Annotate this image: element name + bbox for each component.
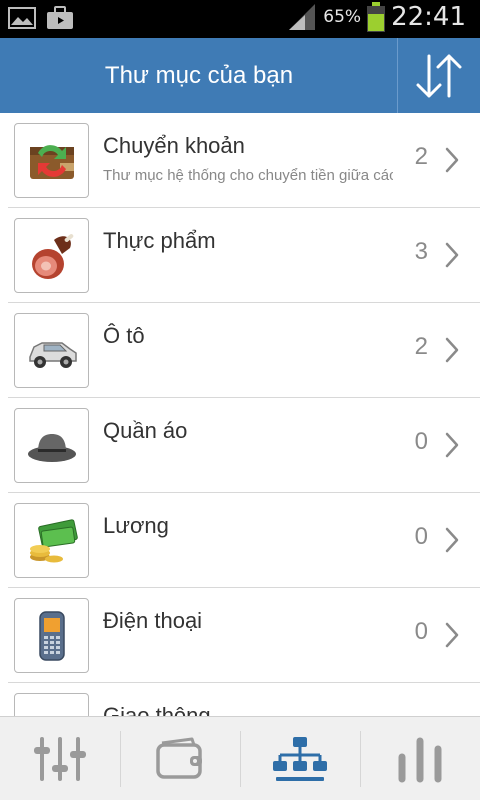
chevron-right-icon [445, 622, 459, 648]
list-item[interactable]: Chuyển khoản Thư mục hệ thống cho chuyển… [0, 113, 480, 208]
nav-folders[interactable] [240, 717, 360, 801]
item-count: 3 [414, 238, 428, 265]
phone-icon [38, 610, 65, 661]
clock: 22:41 [391, 2, 466, 32]
signal-icon [289, 4, 316, 30]
list-item[interactable]: Thực phẩm 3 [0, 208, 480, 303]
wallet-icon [156, 737, 202, 779]
folder-list[interactable]: Chuyển khoản Thư mục hệ thống cho chuyển… [0, 113, 480, 716]
folder-name: Điện thoại [103, 608, 203, 633]
item-count: 0 [414, 428, 428, 455]
folder-thumbnail [14, 693, 89, 716]
sliders-icon [34, 737, 86, 781]
chevron-right-icon [445, 242, 459, 268]
folder-thumbnail [14, 123, 89, 198]
money-icon [29, 518, 78, 562]
coins-icon [24, 703, 80, 717]
chevron-right-icon [445, 147, 459, 173]
folder-thumbnail [14, 598, 89, 673]
folder-name: Chuyển khoản [103, 133, 245, 158]
folder-thumbnail [14, 313, 89, 388]
list-item[interactable]: Giao thông [0, 683, 480, 716]
folder-name: Giao thông [103, 703, 211, 716]
nav-reports[interactable] [360, 717, 480, 801]
sort-icon [416, 54, 462, 97]
notification-icons [8, 6, 74, 30]
item-count: 0 [414, 618, 428, 645]
list-item[interactable]: Lương 0 [0, 493, 480, 588]
folder-thumbnail [14, 503, 89, 578]
chevron-right-icon [445, 337, 459, 363]
item-count: 2 [414, 143, 428, 170]
nav-settings[interactable] [0, 717, 120, 801]
hierarchy-icon [273, 737, 327, 781]
folder-name: Thực phẩm [103, 228, 216, 253]
list-item[interactable]: Quần áo 0 [0, 398, 480, 493]
bottom-nav [0, 716, 480, 800]
transfer-icon [29, 144, 74, 179]
folder-name: Lương [103, 513, 169, 538]
list-item[interactable]: Điện thoại 0 [0, 588, 480, 683]
folder-thumbnail [14, 218, 89, 293]
folder-description: Thư mục hệ thống cho chuyển tiền giữa cá… [103, 167, 393, 184]
page-title: Thư mục của bạn [104, 62, 294, 89]
folder-name: Ô tô [103, 323, 145, 348]
briefcase-icon [47, 6, 73, 29]
image-icon [8, 7, 36, 29]
list-item[interactable]: Ô tô 2 [0, 303, 480, 398]
folder-name: Quần áo [103, 418, 188, 443]
car-icon [28, 341, 77, 368]
ham-icon [31, 233, 73, 279]
app-header: Thư mục của bạn [0, 38, 480, 113]
item-count: 2 [414, 333, 428, 360]
nav-accounts[interactable] [120, 717, 240, 801]
chevron-right-icon [445, 527, 459, 553]
battery-percent: 65% [323, 7, 362, 27]
chevron-right-icon [445, 432, 459, 458]
status-bar: 65% 22:41 [0, 0, 480, 38]
folder-thumbnail [14, 408, 89, 483]
sort-button[interactable] [398, 38, 480, 113]
bar-chart-icon [398, 737, 442, 783]
battery-icon [367, 2, 386, 32]
hat-icon [27, 433, 76, 462]
item-count: 0 [414, 523, 428, 550]
